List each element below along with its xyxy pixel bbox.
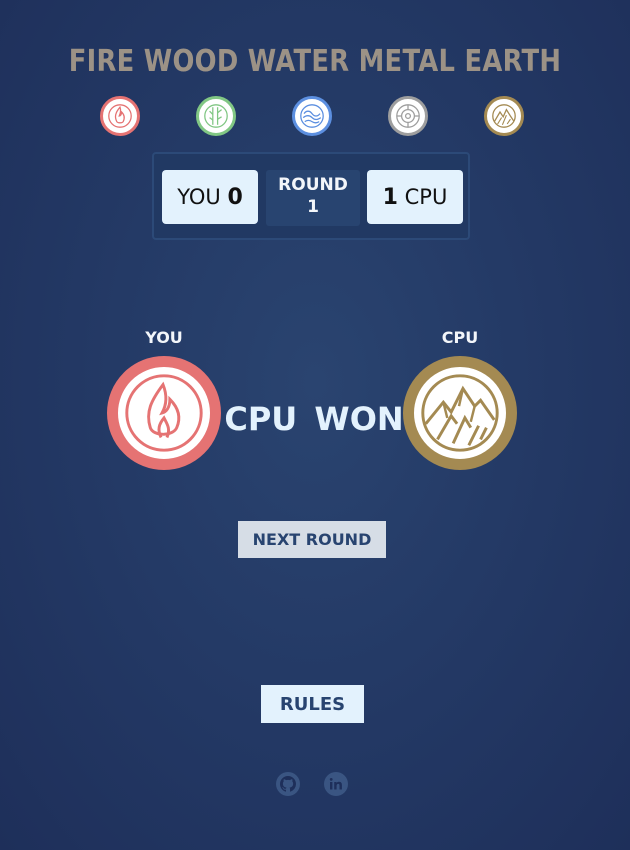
metal-icon [396,104,420,128]
scoreboard: YOU 0 ROUND 1 1 CPU [152,152,470,240]
earth-icon [492,104,516,128]
fire-icon [125,374,203,452]
github-link[interactable] [276,772,300,796]
github-icon [280,776,296,792]
round-label: ROUND [278,175,348,195]
rules-button[interactable]: RULES [261,685,364,723]
linkedin-link[interactable] [324,772,348,796]
cpu-score-label: CPU [404,185,448,209]
round-number: 1 [307,197,319,217]
wood-icon [204,104,228,128]
player-score: 0 [227,184,243,210]
cpu-score-box: 1 CPU [367,170,463,224]
element-selector [0,96,630,136]
player-choice-token [107,356,221,470]
fire-button[interactable] [100,96,140,136]
water-button[interactable] [292,96,332,136]
next-round-button[interactable]: NEXT ROUND [238,521,386,558]
metal-button[interactable] [388,96,428,136]
wood-button[interactable] [196,96,236,136]
cpu-choice-token [403,356,517,470]
earth-button[interactable] [484,96,524,136]
player-score-box: YOU 0 [162,170,258,224]
cpu-label: CPU [441,328,479,347]
game-title: FIRE WOOD WATER METAL EARTH [68,44,562,79]
round-indicator: ROUND 1 [266,170,360,226]
water-icon [300,104,324,128]
round-result: CPU WON [224,400,404,438]
linkedin-icon [329,778,342,790]
player-label: YOU [145,328,183,347]
player-score-label: YOU [177,185,221,209]
fire-icon [108,104,132,128]
earth-icon [421,374,499,452]
cpu-score: 1 [382,184,398,210]
